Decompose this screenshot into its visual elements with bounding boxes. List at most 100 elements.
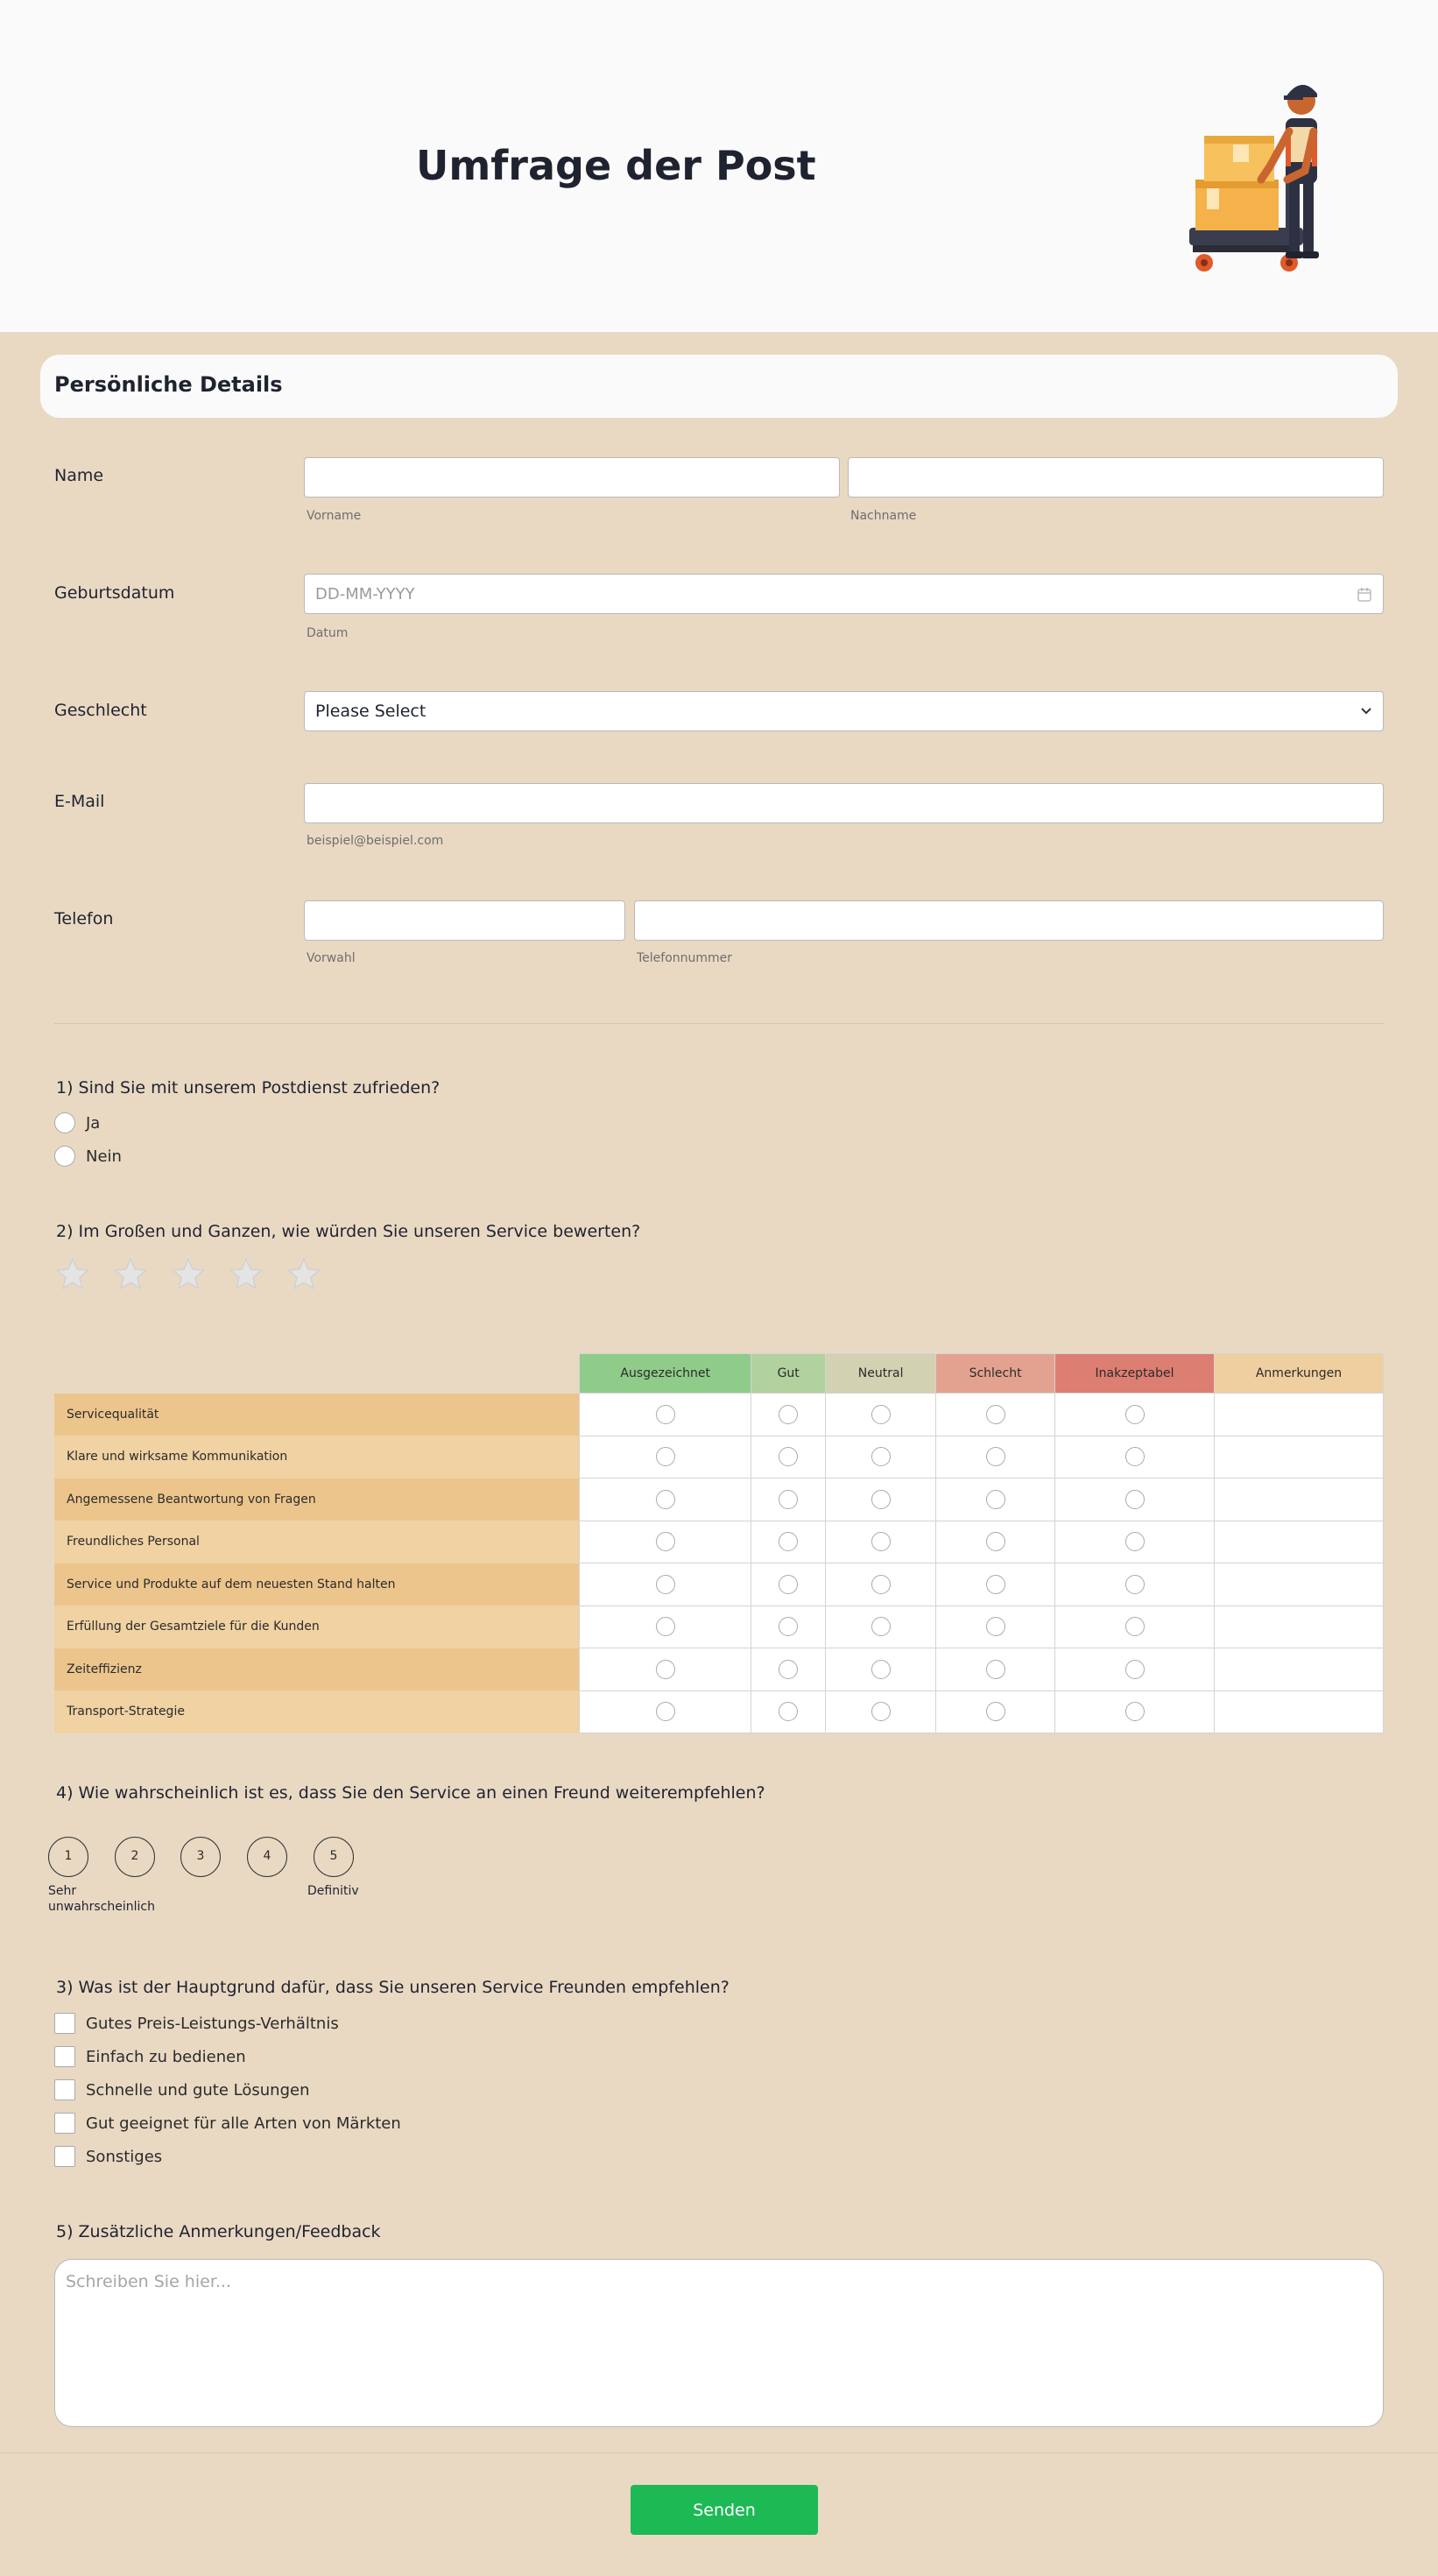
- matrix-cell[interactable]: [1054, 1648, 1215, 1691]
- matrix-cell[interactable]: [1054, 1605, 1215, 1648]
- star-icon[interactable]: [112, 1256, 149, 1293]
- radio-button[interactable]: [655, 1617, 675, 1637]
- scale-option-1[interactable]: 1: [48, 1837, 88, 1877]
- radio-button[interactable]: [779, 1489, 799, 1509]
- radio-button[interactable]: [871, 1489, 891, 1509]
- matrix-cell[interactable]: [751, 1648, 827, 1691]
- matrix-cell[interactable]: [935, 1393, 1056, 1436]
- matrix-cell[interactable]: [825, 1690, 937, 1733]
- radio-button[interactable]: [655, 1702, 675, 1722]
- matrix-cell[interactable]: [579, 1478, 752, 1521]
- matrix-cell[interactable]: [751, 1690, 827, 1733]
- radio-button[interactable]: [1124, 1447, 1145, 1467]
- matrix-cell[interactable]: [579, 1393, 752, 1436]
- radio-button[interactable]: [1124, 1574, 1145, 1594]
- radio-button[interactable]: [779, 1404, 799, 1424]
- radio-button[interactable]: [779, 1447, 799, 1467]
- radio-button[interactable]: [54, 1112, 75, 1133]
- radio-button[interactable]: [985, 1702, 1005, 1722]
- radio-button[interactable]: [985, 1489, 1005, 1509]
- radio-button[interactable]: [985, 1574, 1005, 1594]
- checkbox[interactable]: [54, 2146, 75, 2167]
- matrix-cell[interactable]: [579, 1690, 752, 1733]
- radio-button[interactable]: [779, 1574, 799, 1594]
- matrix-remarks-cell[interactable]: [1214, 1648, 1384, 1691]
- radio-button[interactable]: [985, 1659, 1005, 1679]
- matrix-cell[interactable]: [579, 1605, 752, 1648]
- submit-button[interactable]: Senden: [631, 2485, 818, 2535]
- matrix-remarks-cell[interactable]: [1214, 1690, 1384, 1733]
- matrix-remarks-cell[interactable]: [1214, 1393, 1384, 1436]
- matrix-cell[interactable]: [579, 1648, 752, 1691]
- matrix-remarks-cell[interactable]: [1214, 1520, 1384, 1563]
- last-name-input[interactable]: [848, 457, 1384, 498]
- matrix-cell[interactable]: [751, 1520, 827, 1563]
- calendar-icon[interactable]: [1357, 587, 1372, 603]
- matrix-cell[interactable]: [1054, 1690, 1215, 1733]
- matrix-cell[interactable]: [825, 1605, 937, 1648]
- checkbox[interactable]: [54, 2046, 75, 2067]
- q3-option[interactable]: Schnelle und gute Lösungen: [54, 2079, 310, 2100]
- radio-button[interactable]: [871, 1617, 891, 1637]
- radio-button[interactable]: [655, 1532, 675, 1552]
- radio-button[interactable]: [1124, 1659, 1145, 1679]
- matrix-cell[interactable]: [935, 1563, 1056, 1606]
- radio-button[interactable]: [1124, 1617, 1145, 1637]
- matrix-cell[interactable]: [1054, 1520, 1215, 1563]
- radio-button[interactable]: [1124, 1404, 1145, 1424]
- radio-button[interactable]: [655, 1574, 675, 1594]
- matrix-cell[interactable]: [751, 1478, 827, 1521]
- checkbox[interactable]: [54, 2013, 75, 2034]
- matrix-remarks-cell[interactable]: [1214, 1435, 1384, 1479]
- q3-option[interactable]: Sonstiges: [54, 2146, 162, 2167]
- q1-option-nein[interactable]: Nein: [54, 1146, 122, 1167]
- star-rating[interactable]: [54, 1256, 322, 1293]
- q3-option[interactable]: Gut geeignet für alle Arten von Märkten: [54, 2113, 401, 2134]
- scale-option-3[interactable]: 3: [180, 1837, 221, 1877]
- radio-button[interactable]: [871, 1404, 891, 1424]
- matrix-cell[interactable]: [825, 1393, 937, 1436]
- radio-button[interactable]: [985, 1447, 1005, 1467]
- radio-button[interactable]: [871, 1447, 891, 1467]
- matrix-remarks-cell[interactable]: [1214, 1605, 1384, 1648]
- radio-button[interactable]: [779, 1702, 799, 1722]
- feedback-textarea[interactable]: Schreiben Sie hier...: [54, 2259, 1384, 2427]
- radio-button[interactable]: [871, 1659, 891, 1679]
- scale-option-2[interactable]: 2: [115, 1837, 155, 1877]
- gender-select[interactable]: Please Select: [304, 691, 1384, 731]
- phone-number-input[interactable]: [634, 900, 1384, 941]
- radio-button[interactable]: [655, 1447, 675, 1467]
- radio-button[interactable]: [985, 1532, 1005, 1552]
- matrix-cell[interactable]: [1054, 1435, 1215, 1479]
- radio-button[interactable]: [54, 1146, 75, 1167]
- matrix-cell[interactable]: [935, 1520, 1056, 1563]
- matrix-cell[interactable]: [579, 1520, 752, 1563]
- radio-button[interactable]: [655, 1659, 675, 1679]
- matrix-remarks-cell[interactable]: [1214, 1478, 1384, 1521]
- radio-button[interactable]: [985, 1404, 1005, 1424]
- radio-button[interactable]: [1124, 1532, 1145, 1552]
- radio-button[interactable]: [985, 1617, 1005, 1637]
- matrix-cell[interactable]: [579, 1435, 752, 1479]
- matrix-cell[interactable]: [825, 1648, 937, 1691]
- star-icon[interactable]: [228, 1256, 264, 1293]
- q3-option[interactable]: Gutes Preis-Leistungs-Verhältnis: [54, 2013, 339, 2034]
- matrix-cell[interactable]: [751, 1435, 827, 1479]
- matrix-cell[interactable]: [579, 1563, 752, 1606]
- radio-button[interactable]: [655, 1404, 675, 1424]
- radio-button[interactable]: [871, 1532, 891, 1552]
- matrix-cell[interactable]: [751, 1393, 827, 1436]
- matrix-cell[interactable]: [935, 1435, 1056, 1479]
- radio-button[interactable]: [779, 1659, 799, 1679]
- checkbox[interactable]: [54, 2079, 75, 2100]
- radio-button[interactable]: [1124, 1702, 1145, 1722]
- q3-option[interactable]: Einfach zu bedienen: [54, 2046, 246, 2067]
- radio-button[interactable]: [655, 1489, 675, 1509]
- radio-button[interactable]: [871, 1574, 891, 1594]
- matrix-cell[interactable]: [1054, 1563, 1215, 1606]
- star-icon[interactable]: [170, 1256, 207, 1293]
- checkbox[interactable]: [54, 2113, 75, 2134]
- area-code-input[interactable]: [304, 900, 625, 941]
- matrix-cell[interactable]: [825, 1520, 937, 1563]
- first-name-input[interactable]: [304, 457, 840, 498]
